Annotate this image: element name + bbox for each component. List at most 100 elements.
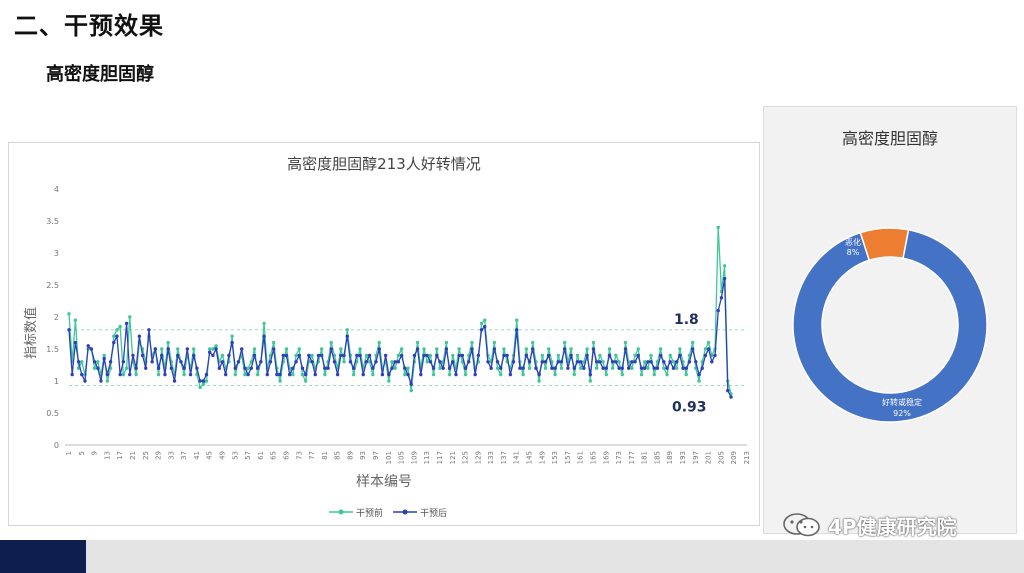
data-point [246, 372, 250, 377]
data-point [278, 372, 282, 377]
x-tick-label: 93 [359, 451, 367, 460]
data-point [419, 372, 423, 377]
data-point [578, 360, 583, 364]
x-tick-label: 121 [449, 451, 457, 464]
data-point [674, 360, 679, 364]
data-point [371, 366, 375, 370]
data-point [457, 347, 461, 351]
wechat-icon [783, 513, 820, 537]
data-point [483, 324, 487, 329]
data-point [505, 353, 509, 358]
data-point [339, 347, 343, 351]
data-point [521, 366, 525, 370]
data-point [447, 372, 452, 377]
data-point [390, 360, 394, 364]
data-point [681, 366, 685, 370]
data-point [515, 318, 519, 322]
x-tick-label: 37 [180, 451, 188, 460]
data-point [467, 360, 471, 364]
data-point [83, 379, 87, 383]
data-point [182, 366, 186, 370]
data-point [220, 360, 225, 364]
data-point [300, 366, 305, 370]
data-point [115, 328, 119, 332]
data-point [271, 347, 276, 351]
data-point [662, 366, 666, 370]
data-point [441, 366, 445, 370]
line-chart: 高密度胆固醇213人好转情况 0 0.5 1 1.5 2 2.5 3 3.5 4 1 5 9 13 17… [23, 155, 751, 519]
data-point [396, 360, 401, 364]
data-point [652, 366, 656, 370]
data-point [451, 360, 455, 364]
x-tick-label: 129 [474, 451, 482, 464]
data-point [160, 353, 164, 358]
data-point [614, 353, 618, 358]
data-point [198, 379, 202, 383]
data-point [89, 347, 94, 351]
data-point [172, 379, 177, 383]
data-point [470, 347, 474, 351]
x-tick-label: 53 [231, 451, 239, 460]
data-point [233, 372, 238, 377]
data-point [633, 360, 637, 364]
data-point [687, 360, 692, 364]
data-point [227, 353, 231, 358]
data-point [620, 366, 624, 370]
data-point [604, 366, 608, 370]
data-point [486, 360, 490, 364]
data-point [553, 372, 557, 377]
data-point [690, 347, 695, 351]
data-point [527, 366, 532, 370]
data-point [585, 347, 589, 351]
data-point [610, 360, 615, 364]
data-point [511, 360, 516, 364]
data-point [105, 372, 110, 377]
x-tick-label: 153 [551, 451, 559, 464]
x-tick-label: 29 [155, 451, 163, 460]
data-point [396, 353, 401, 358]
data-point [492, 347, 497, 351]
data-point [86, 344, 90, 348]
data-point [531, 340, 535, 345]
data-point [284, 353, 289, 358]
data-point [588, 379, 592, 383]
x-tick-label: 133 [487, 451, 495, 464]
x-tick-label: 177 [628, 451, 636, 464]
data-point [563, 340, 567, 345]
data-point [192, 347, 196, 351]
data-point [198, 385, 202, 390]
data-point [361, 372, 365, 377]
data-point [121, 372, 126, 377]
data-point [658, 353, 663, 358]
data-point [393, 360, 397, 364]
data-point [623, 340, 628, 345]
data-point [176, 353, 180, 358]
data-point [451, 353, 455, 358]
x-tick-label: 13 [103, 451, 111, 460]
data-point [390, 366, 394, 370]
data-point [620, 372, 624, 377]
data-point [713, 353, 717, 358]
data-point [230, 340, 234, 345]
y-tick-label: 2 [54, 313, 59, 322]
data-point [431, 372, 436, 377]
data-point [531, 347, 535, 351]
slide-subtitle: 高密度胆固醇 [46, 64, 154, 85]
data-point [335, 372, 340, 377]
data-point [239, 347, 244, 351]
footer-bar [0, 540, 1024, 573]
data-point [594, 360, 599, 364]
data-point [639, 372, 644, 377]
data-point [124, 321, 129, 326]
data-point [281, 353, 285, 358]
data-point [537, 372, 541, 377]
data-point [291, 366, 295, 370]
data-point [406, 366, 410, 370]
data-point [329, 347, 333, 351]
data-point [204, 372, 209, 377]
donut-chart-title: 高密度胆固醇 [842, 129, 938, 148]
data-point [176, 347, 180, 351]
reference-line-label: 0.93 [672, 399, 707, 415]
data-point [294, 360, 298, 364]
data-point [601, 366, 605, 370]
